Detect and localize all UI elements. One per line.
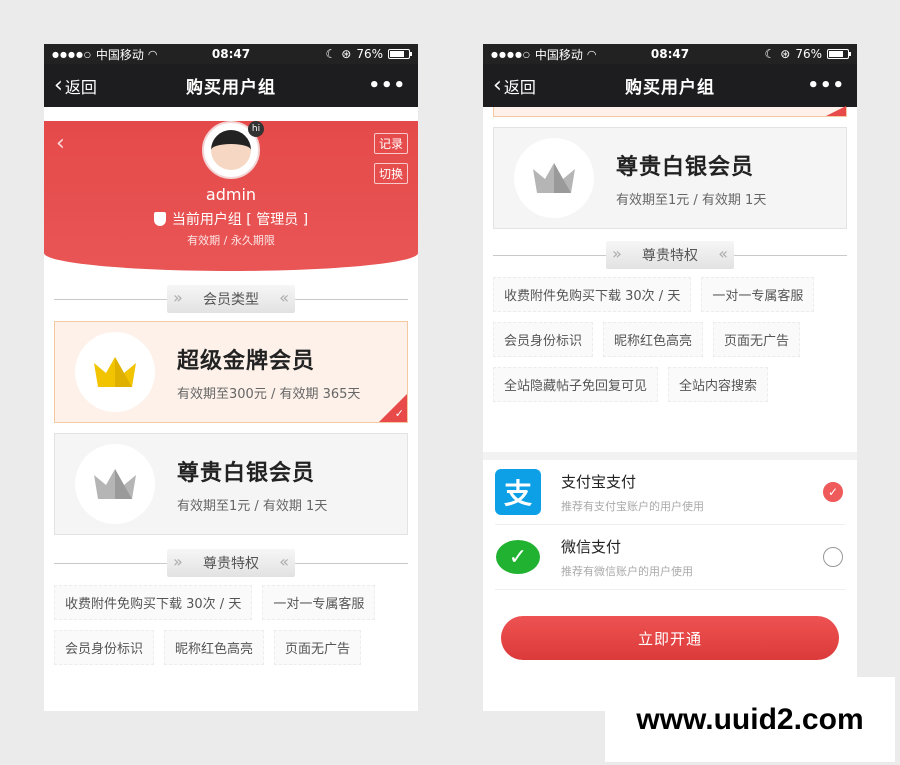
- moon-icon: ☾: [325, 47, 337, 61]
- section-title-label: 尊贵特权: [167, 549, 295, 577]
- plan-card-silver[interactable]: 尊贵白银会员 有效期至1元 / 有效期 1天: [493, 127, 847, 229]
- privilege-list: 收费附件免购买下载 30次 / 天 一对一专属客服 会员身份标识 昵称红色高亮 …: [483, 277, 857, 402]
- privilege-tag: 页面无广告: [713, 322, 801, 357]
- avatar-badge: hi: [248, 121, 264, 137]
- plan-badge: [75, 444, 155, 524]
- privilege-tag: 一对一专属客服: [701, 277, 815, 312]
- signal-icon: ●●●●○: [491, 49, 531, 59]
- page-title: 购买用户组: [186, 78, 276, 98]
- radio-unchecked-icon[interactable]: [823, 547, 843, 567]
- navbar: ‹ 返回 购买用户组 •••: [483, 64, 857, 107]
- wechat-icon: ✓: [495, 534, 541, 580]
- chevron-left-icon: ‹: [493, 72, 502, 98]
- section-title-label: 会员类型: [167, 285, 295, 313]
- battery-icon: [827, 49, 851, 59]
- battery-percent: 76%: [356, 47, 383, 61]
- privilege-tag: 昵称红色高亮: [603, 322, 704, 357]
- back-label: 返回: [503, 77, 536, 97]
- payment-sub: 推荐有支付宝账户的用户使用: [561, 499, 704, 513]
- avatar-face-icon: [211, 130, 251, 170]
- privilege-tag: 昵称红色高亮: [164, 630, 265, 665]
- plan-name: 超级金牌会员: [177, 348, 316, 374]
- plan-desc: 有效期至300元 / 有效期 365天: [177, 386, 361, 402]
- chevron-left-icon[interactable]: ‹: [56, 131, 65, 156]
- privilege-tag: 页面无广告: [274, 630, 362, 665]
- wifi-icon: ◠: [147, 47, 158, 61]
- chevron-left-icon: ‹: [54, 72, 63, 98]
- more-options-icon[interactable]: •••: [807, 75, 845, 96]
- switch-button[interactable]: 切换: [373, 163, 408, 184]
- current-group: 当前用户组 [ 管理员 ]: [44, 209, 418, 229]
- privilege-tag: 全站内容搜索: [668, 367, 769, 402]
- crown-icon: [531, 161, 577, 195]
- privilege-tag: 一对一专属客服: [262, 585, 376, 620]
- avatar[interactable]: hi: [202, 121, 264, 179]
- battery-icon: [388, 49, 412, 59]
- phone-screen-right: ●●●●○ 中国移动 ◠ 08:47 ☾ ⊛ 76% ‹ 返回 购买用户组 ••…: [483, 44, 857, 711]
- privilege-tag: 收费附件免购买下载 30次 / 天: [54, 585, 253, 620]
- shield-icon: [153, 212, 166, 226]
- carrier-label: 中国移动: [95, 47, 144, 62]
- back-label: 返回: [64, 77, 97, 97]
- status-bar: ●●●●○ 中国移动 ◠ 08:47 ☾ ⊛ 76%: [483, 44, 857, 64]
- open-now-button[interactable]: 立即开通: [501, 616, 839, 660]
- alipay-icon: 支: [495, 469, 541, 515]
- checkmark-icon: ✓: [394, 407, 404, 420]
- phone-screen-left: ●●●●○ 中国移动 ◠ 08:47 ☾ ⊛ 76% ‹ 返回 购买用户组 ••…: [44, 44, 418, 711]
- plan-card-gold[interactable]: 超级金牌会员 有效期至300元 / 有效期 365天 ✓: [54, 321, 408, 423]
- plan-card-silver[interactable]: 尊贵白银会员 有效期至1元 / 有效期 1天: [54, 433, 408, 535]
- plan-desc: 有效期至1元 / 有效期 1天: [177, 498, 328, 514]
- payment-panel: 支 支付宝支付 推荐有支付宝账户的用户使用 ✓ ✓ 微信支付 推荐有微信账户的用…: [483, 452, 857, 711]
- payment-sub: 推荐有微信账户的用户使用: [561, 564, 693, 578]
- privilege-tag: 收费附件免购买下载 30次 / 天: [493, 277, 692, 312]
- navbar: ‹ 返回 购买用户组 •••: [44, 64, 418, 107]
- lock-rotation-icon: ⊛: [780, 47, 791, 61]
- payment-option-wechat[interactable]: ✓ 微信支付 推荐有微信账户的用户使用: [495, 525, 845, 590]
- privilege-tag: 全站隐藏帖子免回复可见: [493, 367, 659, 402]
- battery-percent: 76%: [795, 47, 822, 61]
- payment-name: 微信支付: [561, 537, 622, 556]
- privilege-list: 收费附件免购买下载 30次 / 天 一对一专属客服 会员身份标识 昵称红色高亮 …: [44, 585, 418, 665]
- privilege-tag: 会员身份标识: [54, 630, 155, 665]
- back-button[interactable]: ‹ 返回: [54, 74, 97, 98]
- payment-option-alipay[interactable]: 支 支付宝支付 推荐有支付宝账户的用户使用 ✓: [495, 460, 845, 525]
- section-privileges: 尊贵特权: [483, 239, 857, 271]
- payment-name: 支付宝支付: [561, 472, 637, 491]
- watermark-label: www.uuid2.com: [605, 677, 895, 762]
- crown-icon: [92, 467, 138, 501]
- username: admin: [205, 185, 257, 204]
- signal-icon: ●●●●○: [52, 49, 92, 59]
- lock-rotation-icon: ⊛: [341, 47, 352, 61]
- section-title-label: 尊贵特权: [606, 241, 734, 269]
- status-bar: ●●●●○ 中国移动 ◠ 08:47 ☾ ⊛ 76%: [44, 44, 418, 64]
- carrier-label: 中国移动: [534, 47, 583, 62]
- plan-desc: 有效期至1元 / 有效期 1天: [616, 192, 767, 208]
- more-options-icon[interactable]: •••: [368, 75, 406, 96]
- radio-checked-icon[interactable]: ✓: [823, 482, 843, 502]
- privilege-tag: 会员身份标识: [493, 322, 594, 357]
- current-group-label: 当前用户组 [ 管理员 ]: [171, 212, 309, 228]
- profile-header: ‹ 记录 切换 hi admin 当前用户组 [ 管理员 ] 有效期 / 永久期…: [44, 121, 418, 271]
- moon-icon: ☾: [764, 47, 776, 61]
- record-button[interactable]: 记录: [373, 133, 408, 154]
- section-privileges: 尊贵特权: [44, 547, 418, 579]
- crown-icon: [92, 355, 138, 389]
- group-validity: 有效期 / 永久期限: [187, 234, 275, 247]
- plan-card-gold-partial[interactable]: [493, 106, 847, 117]
- page-title: 购买用户组: [625, 78, 715, 98]
- section-member-type: 会员类型: [44, 283, 418, 315]
- wifi-icon: ◠: [586, 47, 597, 61]
- plan-badge: [75, 332, 155, 412]
- plan-name: 尊贵白银会员: [616, 154, 755, 180]
- back-button[interactable]: ‹ 返回: [493, 74, 536, 98]
- plan-badge: [514, 138, 594, 218]
- plan-name: 尊贵白银会员: [177, 460, 316, 486]
